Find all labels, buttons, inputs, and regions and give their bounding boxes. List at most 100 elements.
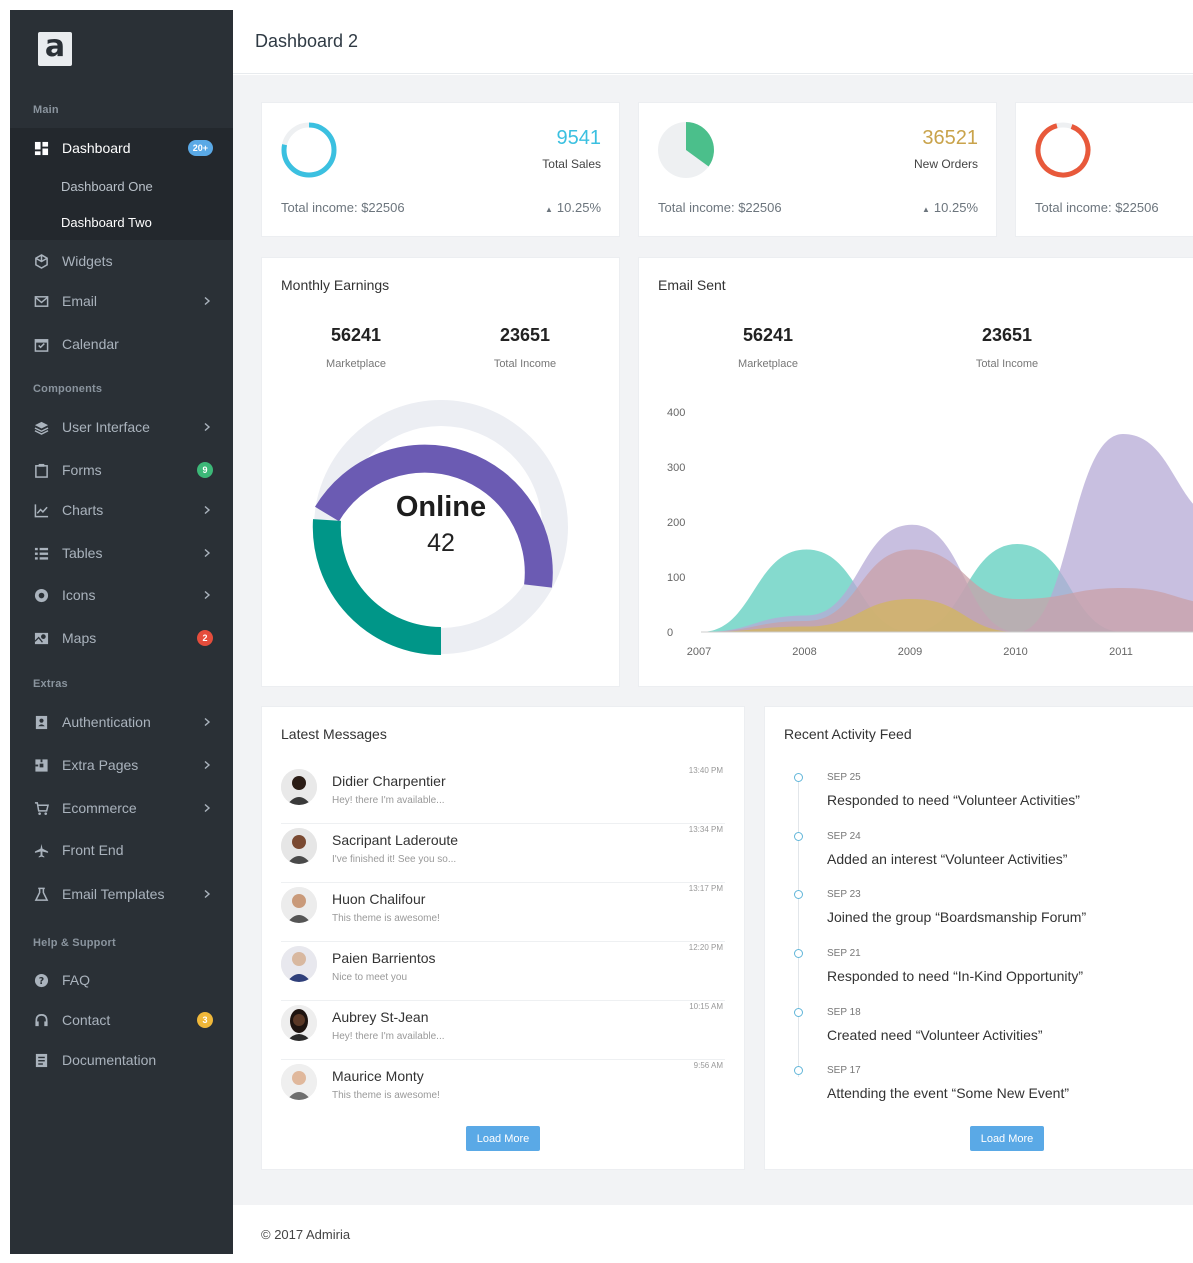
main-content: 9541 Total Sales Total income: $22506 ▲ 1… [233, 75, 1193, 1205]
messages-load-more-button[interactable]: Load More [466, 1126, 540, 1151]
feed-date: SEP 23 [827, 889, 861, 900]
stat-card-third: Total income: $22506 [1015, 102, 1193, 237]
sidebar-item-dashboard[interactable]: Dashboard 20+ [10, 128, 233, 168]
sidebar-item-icons[interactable]: Icons [10, 575, 233, 615]
sidebar-item-calendar[interactable]: Calendar [10, 324, 233, 364]
online-donut-chart [312, 400, 568, 656]
activity-feed-title: Recent Activity Feed [784, 726, 912, 742]
message-item[interactable]: Huon Chalifour This theme is awesome! 13… [281, 883, 725, 942]
help-circle-icon: ? [33, 972, 49, 988]
email-income-value: 23651 [981, 325, 1033, 345]
x-tick-label: 2008 [792, 646, 816, 658]
message-sender: Didier Charpentier [332, 773, 446, 789]
feed-item: SEP 23 Joined the group “Boardsmanship Fo… [827, 889, 1086, 925]
sidebar-subitem-dashboard-one[interactable]: Dashboard One [10, 168, 233, 204]
nav-section-help: Help & Support [33, 937, 116, 949]
sidebar-item-ecommerce[interactable]: Ecommerce [10, 788, 233, 828]
id-card-icon [33, 714, 49, 730]
footer: © 2017 Admiria [233, 1205, 1193, 1263]
third-ring-chart [1035, 122, 1091, 178]
timeline-dot [794, 1008, 803, 1017]
x-tick-label: 2009 [898, 646, 922, 658]
email-area-chart: 0 100 200 300 400 2007 2008 2009 2010 2011 [667, 407, 1193, 658]
message-time: 13:34 PM [688, 825, 723, 834]
sidebar-item-email-templates[interactable]: Email Templates [10, 874, 233, 914]
sidebar-item-extra-pages[interactable]: Extra Pages [10, 745, 233, 785]
timeline-dot [794, 1066, 803, 1075]
sidebar-item-front-end[interactable]: Front End [10, 830, 233, 870]
message-sender: Paien Barrientos [332, 950, 436, 966]
avatar [281, 887, 317, 923]
y-tick-label: 200 [667, 517, 685, 529]
donut-center-title: Online [395, 491, 487, 523]
message-item[interactable]: Sacripant Laderoute I've finished it! Se… [281, 824, 725, 883]
latest-messages-card: Latest Messages Didier Charpentier Hey! … [261, 706, 745, 1170]
sidebar-item-maps[interactable]: Maps 2 [10, 618, 233, 658]
flask-icon [33, 886, 49, 902]
chevron-right-icon [204, 423, 211, 431]
dashboard-icon [33, 140, 49, 156]
nav-section-components: Components [33, 383, 103, 395]
timeline-dot [794, 890, 803, 899]
avatar [281, 828, 317, 864]
email-marketplace-value: 56241 [742, 325, 794, 345]
feed-load-more-button[interactable]: Load More [970, 1126, 1044, 1151]
sidebar-item-documentation[interactable]: Documentation [10, 1040, 233, 1080]
sidebar-item-tables[interactable]: Tables [10, 533, 233, 573]
y-tick-label: 100 [667, 572, 685, 584]
map-icon [33, 630, 49, 646]
orders-change: ▲ 10.25% [921, 200, 978, 215]
message-preview: This theme is awesome! [332, 1090, 440, 1101]
sales-label: Total Sales [542, 157, 601, 171]
sidebar-item-faq[interactable]: ? FAQ [10, 960, 233, 1000]
message-sender: Huon Chalifour [332, 891, 426, 907]
monthly-marketplace-value: 56241 [330, 325, 382, 345]
message-item[interactable]: Didier Charpentier Hey! there I'm availa… [281, 765, 725, 824]
message-item[interactable]: Aubrey St-Jean Hey! there I'm available.… [281, 1001, 725, 1060]
message-preview: Hey! there I'm available... [332, 795, 445, 806]
document-icon [33, 1052, 49, 1068]
cube-icon [33, 253, 49, 269]
avatar [281, 1064, 317, 1100]
app-logo[interactable]: a [38, 32, 72, 66]
sidebar-item-email[interactable]: Email [10, 281, 233, 321]
message-item[interactable]: Maurice Monty This theme is awesome! 9:5… [281, 1060, 725, 1119]
avatar [281, 946, 317, 982]
sidebar-item-label: FAQ [62, 972, 91, 988]
sidebar-item-forms[interactable]: Forms 9 [10, 450, 233, 490]
message-sender: Sacripant Laderoute [332, 832, 459, 848]
sidebar-subitem-dashboard-two[interactable]: Dashboard Two [10, 204, 233, 240]
nav-section-extras: Extras [33, 678, 68, 690]
sidebar-item-authentication[interactable]: Authentication [10, 702, 233, 742]
feed-item: SEP 25 Responded to need “Volunteer Activ… [827, 772, 1080, 808]
feed-date: SEP 18 [827, 1007, 861, 1018]
monthly-income-label: Total Income [493, 358, 557, 370]
feed-date: SEP 24 [827, 831, 861, 842]
headset-icon [33, 1012, 49, 1028]
feed-date: SEP 21 [827, 948, 861, 959]
clipboard-icon [33, 462, 49, 478]
line-chart-icon [33, 502, 49, 518]
message-preview: I've finished it! See you so... [332, 854, 457, 865]
sales-ring-chart [281, 122, 337, 178]
sidebar-item-user-interface[interactable]: User Interface [10, 407, 233, 447]
sidebar-item-label: Widgets [62, 253, 113, 269]
x-tick-label: 2011 [1109, 646, 1133, 658]
up-arrow-icon: ▲ [921, 205, 930, 214]
sidebar-item-widgets[interactable]: Widgets [10, 241, 233, 281]
message-item[interactable]: Paien Barrientos Nice to meet you 12:20 … [281, 942, 725, 1001]
orders-value: 36521 [922, 127, 978, 149]
x-tick-label: 2007 [687, 646, 711, 658]
sidebar-item-charts[interactable]: Charts [10, 490, 233, 530]
sidebar-item-contact[interactable]: Contact 3 [10, 1000, 233, 1040]
chevron-right-icon [204, 804, 211, 812]
email-marketplace-label: Marketplace [738, 358, 798, 370]
message-time: 12:20 PM [688, 943, 723, 952]
up-arrow-icon: ▲ [544, 205, 553, 214]
feed-date: SEP 17 [827, 1065, 861, 1076]
contact-count-badge: 3 [197, 1012, 213, 1028]
message-preview: Nice to meet you [332, 972, 408, 983]
email-income-label: Total Income [975, 358, 1039, 370]
feed-text: Attending the event “Some New Event” [827, 1085, 1070, 1101]
feed-item: SEP 21 Responded to need “In-Kind Opportu… [827, 948, 1083, 984]
